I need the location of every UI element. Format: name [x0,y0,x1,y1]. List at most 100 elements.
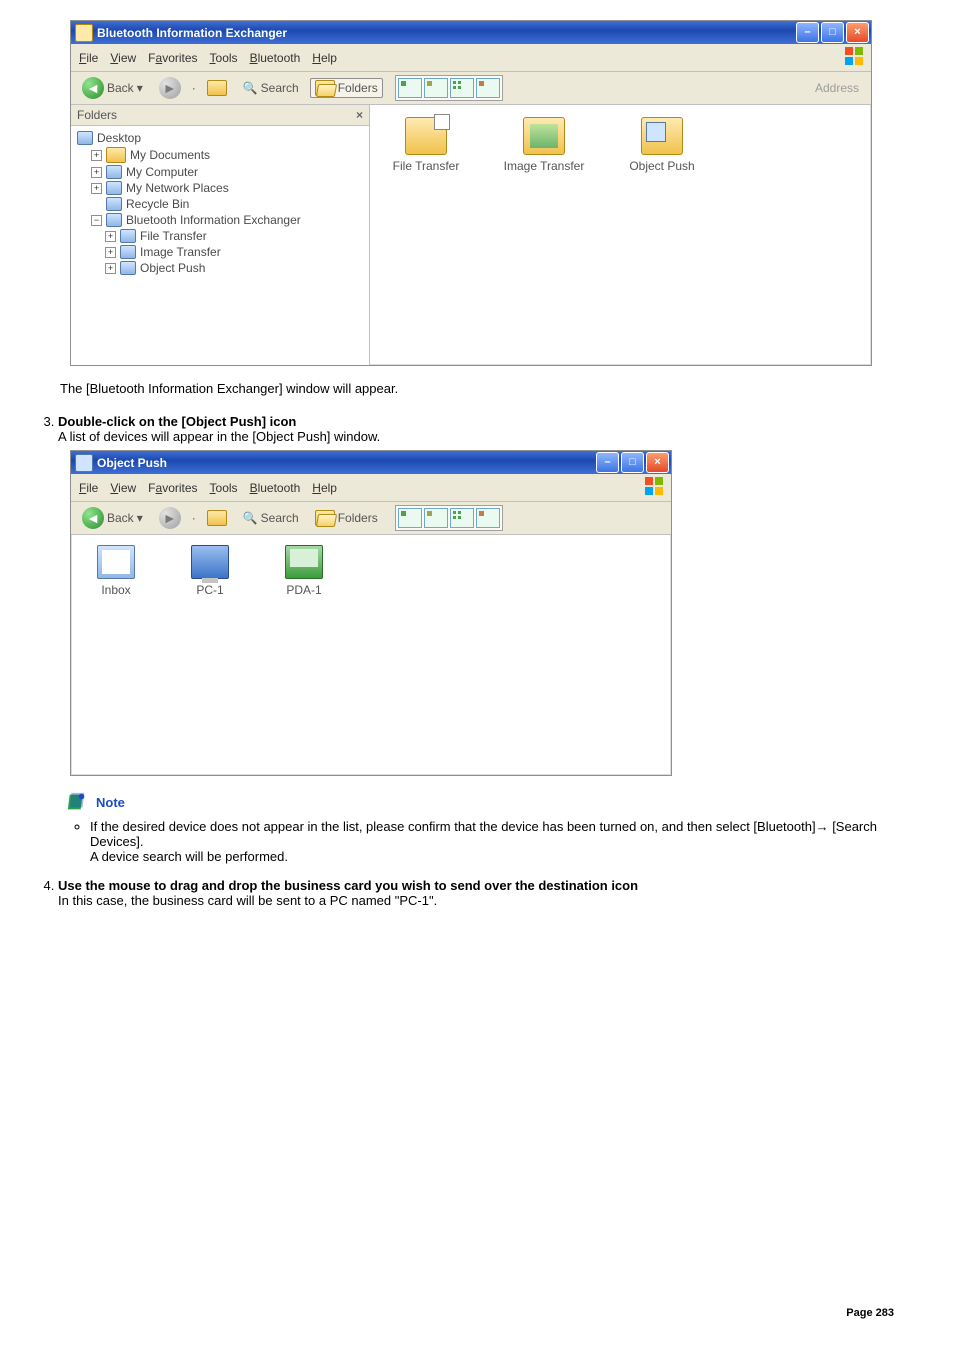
inbox-icon [97,545,135,579]
note-item: If the desired device does not appear in… [90,819,924,864]
app-icon [75,454,93,472]
titlebar: Object Push – □ × [71,451,671,474]
item-object-push[interactable]: Object Push [620,117,704,173]
step-4-head: Use the mouse to drag and drop the busin… [58,878,638,893]
tree-my-computer[interactable]: +My Computer [91,164,365,180]
view-icon-4[interactable] [476,508,500,528]
item-label: Object Push [629,159,694,173]
app-folder-icon [75,24,93,42]
collapse-icon[interactable]: − [91,215,102,226]
expand-icon[interactable]: + [91,183,102,194]
bluetooth-info-exchanger-window: Bluetooth Information Exchanger – □ × Fi… [70,20,872,366]
folders-pane-title: Folders [77,108,117,122]
view-icon-1[interactable] [398,508,422,528]
content-pane: File Transfer Image Transfer Object Push [370,105,871,365]
expand-icon[interactable]: + [105,247,116,258]
item-image-transfer[interactable]: Image Transfer [502,117,586,173]
view-icon-1[interactable] [398,78,422,98]
note-icon [66,791,88,813]
menu-view[interactable]: View [110,481,136,495]
image-transfer-icon [120,245,136,259]
up-button[interactable] [202,78,232,98]
note-row: Note [66,791,924,813]
expand-icon[interactable]: + [91,150,102,161]
menu-tools[interactable]: Tools [210,481,238,495]
item-file-transfer[interactable]: File Transfer [384,117,468,173]
forward-button[interactable]: ► [154,505,186,531]
folder-tree: Desktop +My Documents +My Computer +My N… [71,126,369,280]
titlebar: Bluetooth Information Exchanger – □ × [71,21,871,44]
view-icon-2[interactable] [424,78,448,98]
view-icon-2[interactable] [424,508,448,528]
tree-image-transfer[interactable]: +Image Transfer [105,244,365,260]
menu-bluetooth[interactable]: Bluetooth [250,51,301,65]
step-3: Double-click on the [Object Push] icon A… [58,414,924,444]
menu-help[interactable]: Help [312,481,337,495]
menu-favorites[interactable]: Favorites [148,51,197,65]
tree-recycle-bin[interactable]: Recycle Bin [91,196,365,212]
menu-file[interactable]: File [79,51,98,65]
window-title: Object Push [97,456,167,470]
item-inbox[interactable]: Inbox [83,545,149,597]
minimize-button[interactable]: – [796,22,819,43]
close-button[interactable]: × [646,452,669,473]
view-icon-3[interactable] [450,508,474,528]
folders-button[interactable]: Folders [310,78,383,98]
item-pc-1[interactable]: PC-1 [177,545,243,597]
maximize-button[interactable]: □ [821,22,844,43]
item-label: Inbox [101,583,130,597]
step-3-body: A list of devices will appear in the [Ob… [58,429,380,444]
toolbar: ◄Back ▾ ► · 🔍 Search Folders Address [71,72,871,105]
view-icon-3[interactable] [450,78,474,98]
menu-tools[interactable]: Tools [210,51,238,65]
forward-button[interactable]: ► [154,75,186,101]
address-label: Address [815,81,865,95]
view-mode-buttons[interactable] [395,75,503,101]
close-button[interactable]: × [846,22,869,43]
expand-icon[interactable]: + [91,167,102,178]
search-button[interactable]: 🔍 Search [238,509,304,527]
back-button[interactable]: ◄Back ▾ [77,505,148,531]
menu-view[interactable]: View [110,51,136,65]
expand-icon[interactable]: + [105,263,116,274]
back-button[interactable]: ◄Back ▾ [77,75,148,101]
desktop-icon [77,131,93,145]
step-3-head: Double-click on the [Object Push] icon [58,414,296,429]
tree-my-documents[interactable]: +My Documents [91,146,365,164]
menu-favorites[interactable]: Favorites [148,481,197,495]
windows-logo-icon [845,47,863,68]
minimize-button[interactable]: – [596,452,619,473]
item-label: PDA-1 [286,583,321,597]
window-title: Bluetooth Information Exchanger [97,26,287,40]
note-line-1: If the desired device does not appear in… [90,819,877,849]
menu-bluetooth[interactable]: Bluetooth [250,481,301,495]
view-mode-buttons[interactable] [395,505,503,531]
up-button[interactable] [202,508,232,528]
page-number: Page 283 [846,1307,894,1319]
tree-desktop[interactable]: Desktop [77,130,365,146]
content-pane: Inbox PC-1 PDA-1 [71,535,671,775]
tree-file-transfer[interactable]: +File Transfer [105,228,365,244]
menu-file[interactable]: File [79,481,98,495]
tree-object-push[interactable]: +Object Push [105,260,365,276]
item-label: PC-1 [196,583,223,597]
note-line-2: A device search will be performed. [90,849,288,864]
menu-help[interactable]: Help [312,51,337,65]
tree-bie[interactable]: −Bluetooth Information Exchanger [91,212,365,228]
separator: · [192,511,196,525]
pda-icon [285,545,323,579]
view-icon-4[interactable] [476,78,500,98]
item-pda-1[interactable]: PDA-1 [271,545,337,597]
folders-button[interactable]: Folders [310,508,383,528]
object-push-icon [641,117,683,155]
toolbar: ◄Back ▾ ► · 🔍 Search Folders [71,502,671,535]
tree-my-network[interactable]: +My Network Places [91,180,365,196]
expand-icon[interactable]: + [105,231,116,242]
search-button[interactable]: 🔍 Search [238,79,304,97]
image-transfer-icon [523,117,565,155]
menubar: File View Favorites Tools Bluetooth Help [71,474,671,502]
folders-close-button[interactable]: × [356,108,363,122]
maximize-button[interactable]: □ [621,452,644,473]
object-push-window: Object Push – □ × File View Favorites To… [70,450,672,776]
step-4-body: In this case, the business card will be … [58,893,437,908]
